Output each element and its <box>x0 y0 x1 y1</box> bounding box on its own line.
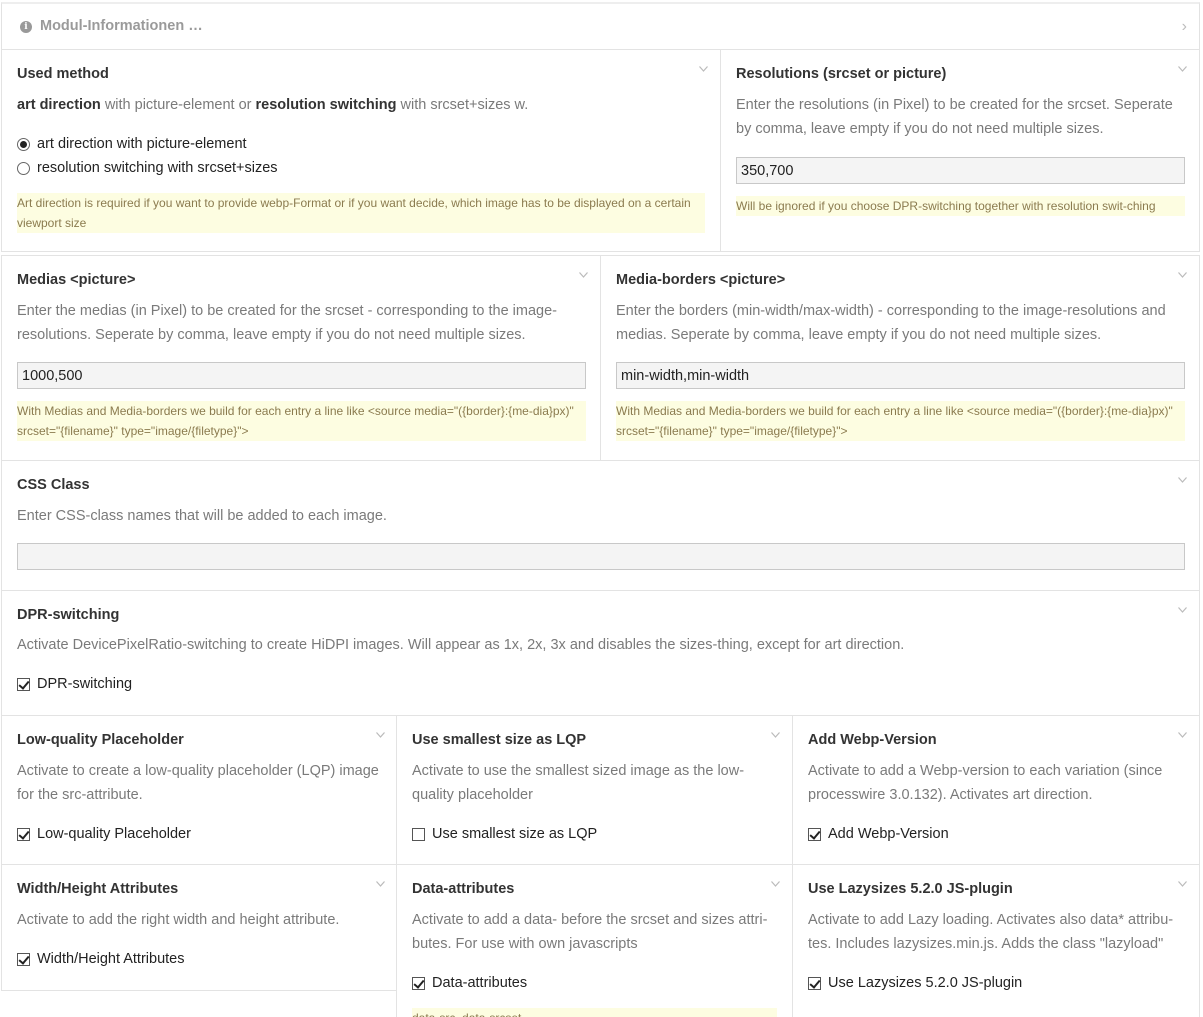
chevron-down-icon[interactable] <box>1178 66 1187 74</box>
media-borders-input[interactable] <box>616 362 1185 389</box>
checkbox-lqp[interactable]: Low-quality Placeholder <box>17 826 191 842</box>
chevron-down-icon[interactable] <box>1178 732 1187 740</box>
field-description: Enter the medias (in Pixel) to be create… <box>17 303 557 343</box>
module-info-title: Modul-Informationen … <box>40 18 203 34</box>
field-description: Activate to add the right width and heig… <box>17 912 340 928</box>
resolutions-input[interactable] <box>736 157 1185 184</box>
field-description: art direction with picture-element or re… <box>17 97 529 113</box>
module-info-header[interactable]: i Modul-Informationen … › <box>1 2 1200 50</box>
field-notes: data-src, data-srcset <box>412 1008 777 1017</box>
chevron-down-icon[interactable] <box>376 881 385 889</box>
checkbox-width-height[interactable]: Width/Height Attributes <box>17 951 185 967</box>
field-label[interactable]: Media-borders <picture> <box>616 272 785 288</box>
field-resolutions: Resolutions (srcset or picture) Enter th… <box>720 49 1200 252</box>
field-label[interactable]: Add Webp-Version <box>808 732 937 748</box>
field-label[interactable]: Use smallest size as LQP <box>412 732 586 748</box>
field-description: Enter the resolutions (in Pixel) to be c… <box>736 97 1173 137</box>
field-description: Activate to add a data- before the srcse… <box>412 912 768 952</box>
chevron-down-icon[interactable] <box>699 66 708 74</box>
checkbox-label: Use Lazysizes 5.2.0 JS-plugin <box>828 975 1023 991</box>
checkbox-webp[interactable]: Add Webp-Version <box>808 826 949 842</box>
chevron-down-icon[interactable] <box>579 272 588 280</box>
checkbox-label: Use smallest size as LQP <box>432 826 598 842</box>
radio-label: resolution switching with srcset+sizes <box>37 160 278 176</box>
radio-label: art direction with picture-element <box>37 136 247 152</box>
field-lazysizes: Use Lazysizes 5.2.0 JS-plugin Activate t… <box>792 864 1200 1017</box>
field-description: Activate to add Lazy loading. Activates … <box>808 912 1174 952</box>
field-description: Activate DevicePixelRatio-switching to c… <box>17 637 905 653</box>
field-lqp: Low-quality Placeholder Activate to crea… <box>1 715 398 866</box>
field-label[interactable]: Low-quality Placeholder <box>17 732 184 748</box>
field-width-height: Width/Height Attributes Activate to add … <box>1 864 398 991</box>
field-media-borders: Media-borders <picture> Enter the border… <box>600 255 1200 461</box>
checkbox-data-attributes[interactable]: Data-attributes <box>412 975 527 991</box>
checkbox[interactable] <box>808 827 821 841</box>
field-label[interactable]: Data-attributes <box>412 881 514 897</box>
chevron-down-icon[interactable] <box>1178 881 1187 889</box>
field-notes: With Medias and Media-borders we build f… <box>616 401 1185 441</box>
checkbox-lazysizes[interactable]: Use Lazysizes 5.2.0 JS-plugin <box>808 975 1022 991</box>
field-used-method: Used method art direction with picture-e… <box>1 49 721 252</box>
checkbox[interactable] <box>808 976 821 990</box>
field-label[interactable]: DPR-switching <box>17 607 119 623</box>
checkbox-label: DPR-switching <box>37 676 133 692</box>
chevron-down-icon[interactable] <box>771 881 780 889</box>
radio-button[interactable] <box>17 137 30 151</box>
field-label[interactable]: Resolutions (srcset or picture) <box>736 66 946 82</box>
checkbox[interactable] <box>412 976 425 990</box>
field-data-attributes: Data-attributes Activate to add a data- … <box>396 864 793 1017</box>
radio-art-direction[interactable]: art direction with picture-element <box>17 136 247 152</box>
checkbox-label: Data-attributes <box>432 975 528 991</box>
field-notes: Art direction is required if you want to… <box>17 193 705 233</box>
checkbox[interactable] <box>17 677 30 691</box>
field-label[interactable]: Width/Height Attributes <box>17 881 178 897</box>
field-description: Activate to use the smallest sized image… <box>412 763 745 803</box>
chevron-down-icon[interactable] <box>1178 607 1187 615</box>
field-notes: Will be ignored if you choose DPR-switch… <box>736 196 1185 216</box>
field-label[interactable]: Use Lazysizes 5.2.0 JS-plugin <box>808 881 1013 897</box>
chevron-down-icon[interactable] <box>1178 477 1187 485</box>
field-description: Activate to create a low-quality placeho… <box>17 763 379 803</box>
css-class-input[interactable] <box>17 543 1185 570</box>
radio-button[interactable] <box>17 161 30 175</box>
checkbox[interactable] <box>412 827 425 841</box>
checkbox-dpr-switching[interactable]: DPR-switching <box>17 676 132 692</box>
radio-resolution-switching[interactable]: resolution switching with srcset+sizes <box>17 160 278 176</box>
field-dpr-switching: DPR-switching Activate DevicePixelRatio-… <box>1 590 1200 717</box>
field-label[interactable]: CSS Class <box>17 477 90 493</box>
field-css-class: CSS Class Enter CSS-class names that wil… <box>1 460 1200 591</box>
field-medias: Medias <picture> Enter the medias (in Pi… <box>1 255 601 461</box>
field-notes: With Medias and Media-borders we build f… <box>17 401 586 441</box>
chevron-down-icon[interactable] <box>1178 272 1187 280</box>
field-webp: Add Webp-Version Activate to add a Webp-… <box>792 715 1200 866</box>
field-smallest-lqp: Use smallest size as LQP Activate to use… <box>396 715 793 866</box>
module-config-form: i Modul-Informationen … › Used method ar… <box>0 0 1203 1017</box>
checkbox[interactable] <box>17 952 30 966</box>
chevron-right-icon: › <box>1181 18 1187 35</box>
field-description: Enter CSS-class names that will be added… <box>17 508 387 524</box>
info-icon: i <box>20 21 32 33</box>
chevron-down-icon[interactable] <box>376 732 385 740</box>
chevron-down-icon[interactable] <box>771 732 780 740</box>
medias-input[interactable] <box>17 362 586 389</box>
checkbox[interactable] <box>17 827 30 841</box>
checkbox-label: Add Webp-Version <box>828 826 949 842</box>
field-description: Activate to add a Webp-version to each v… <box>808 763 1163 803</box>
checkbox-smallest-lqp[interactable]: Use smallest size as LQP <box>412 826 597 842</box>
field-label[interactable]: Medias <picture> <box>17 272 135 288</box>
field-description: Enter the borders (min-width/max-width) … <box>616 303 1166 343</box>
field-label[interactable]: Used method <box>17 66 109 82</box>
checkbox-label: Width/Height Attributes <box>37 951 185 967</box>
checkbox-label: Low-quality Placeholder <box>37 826 191 842</box>
